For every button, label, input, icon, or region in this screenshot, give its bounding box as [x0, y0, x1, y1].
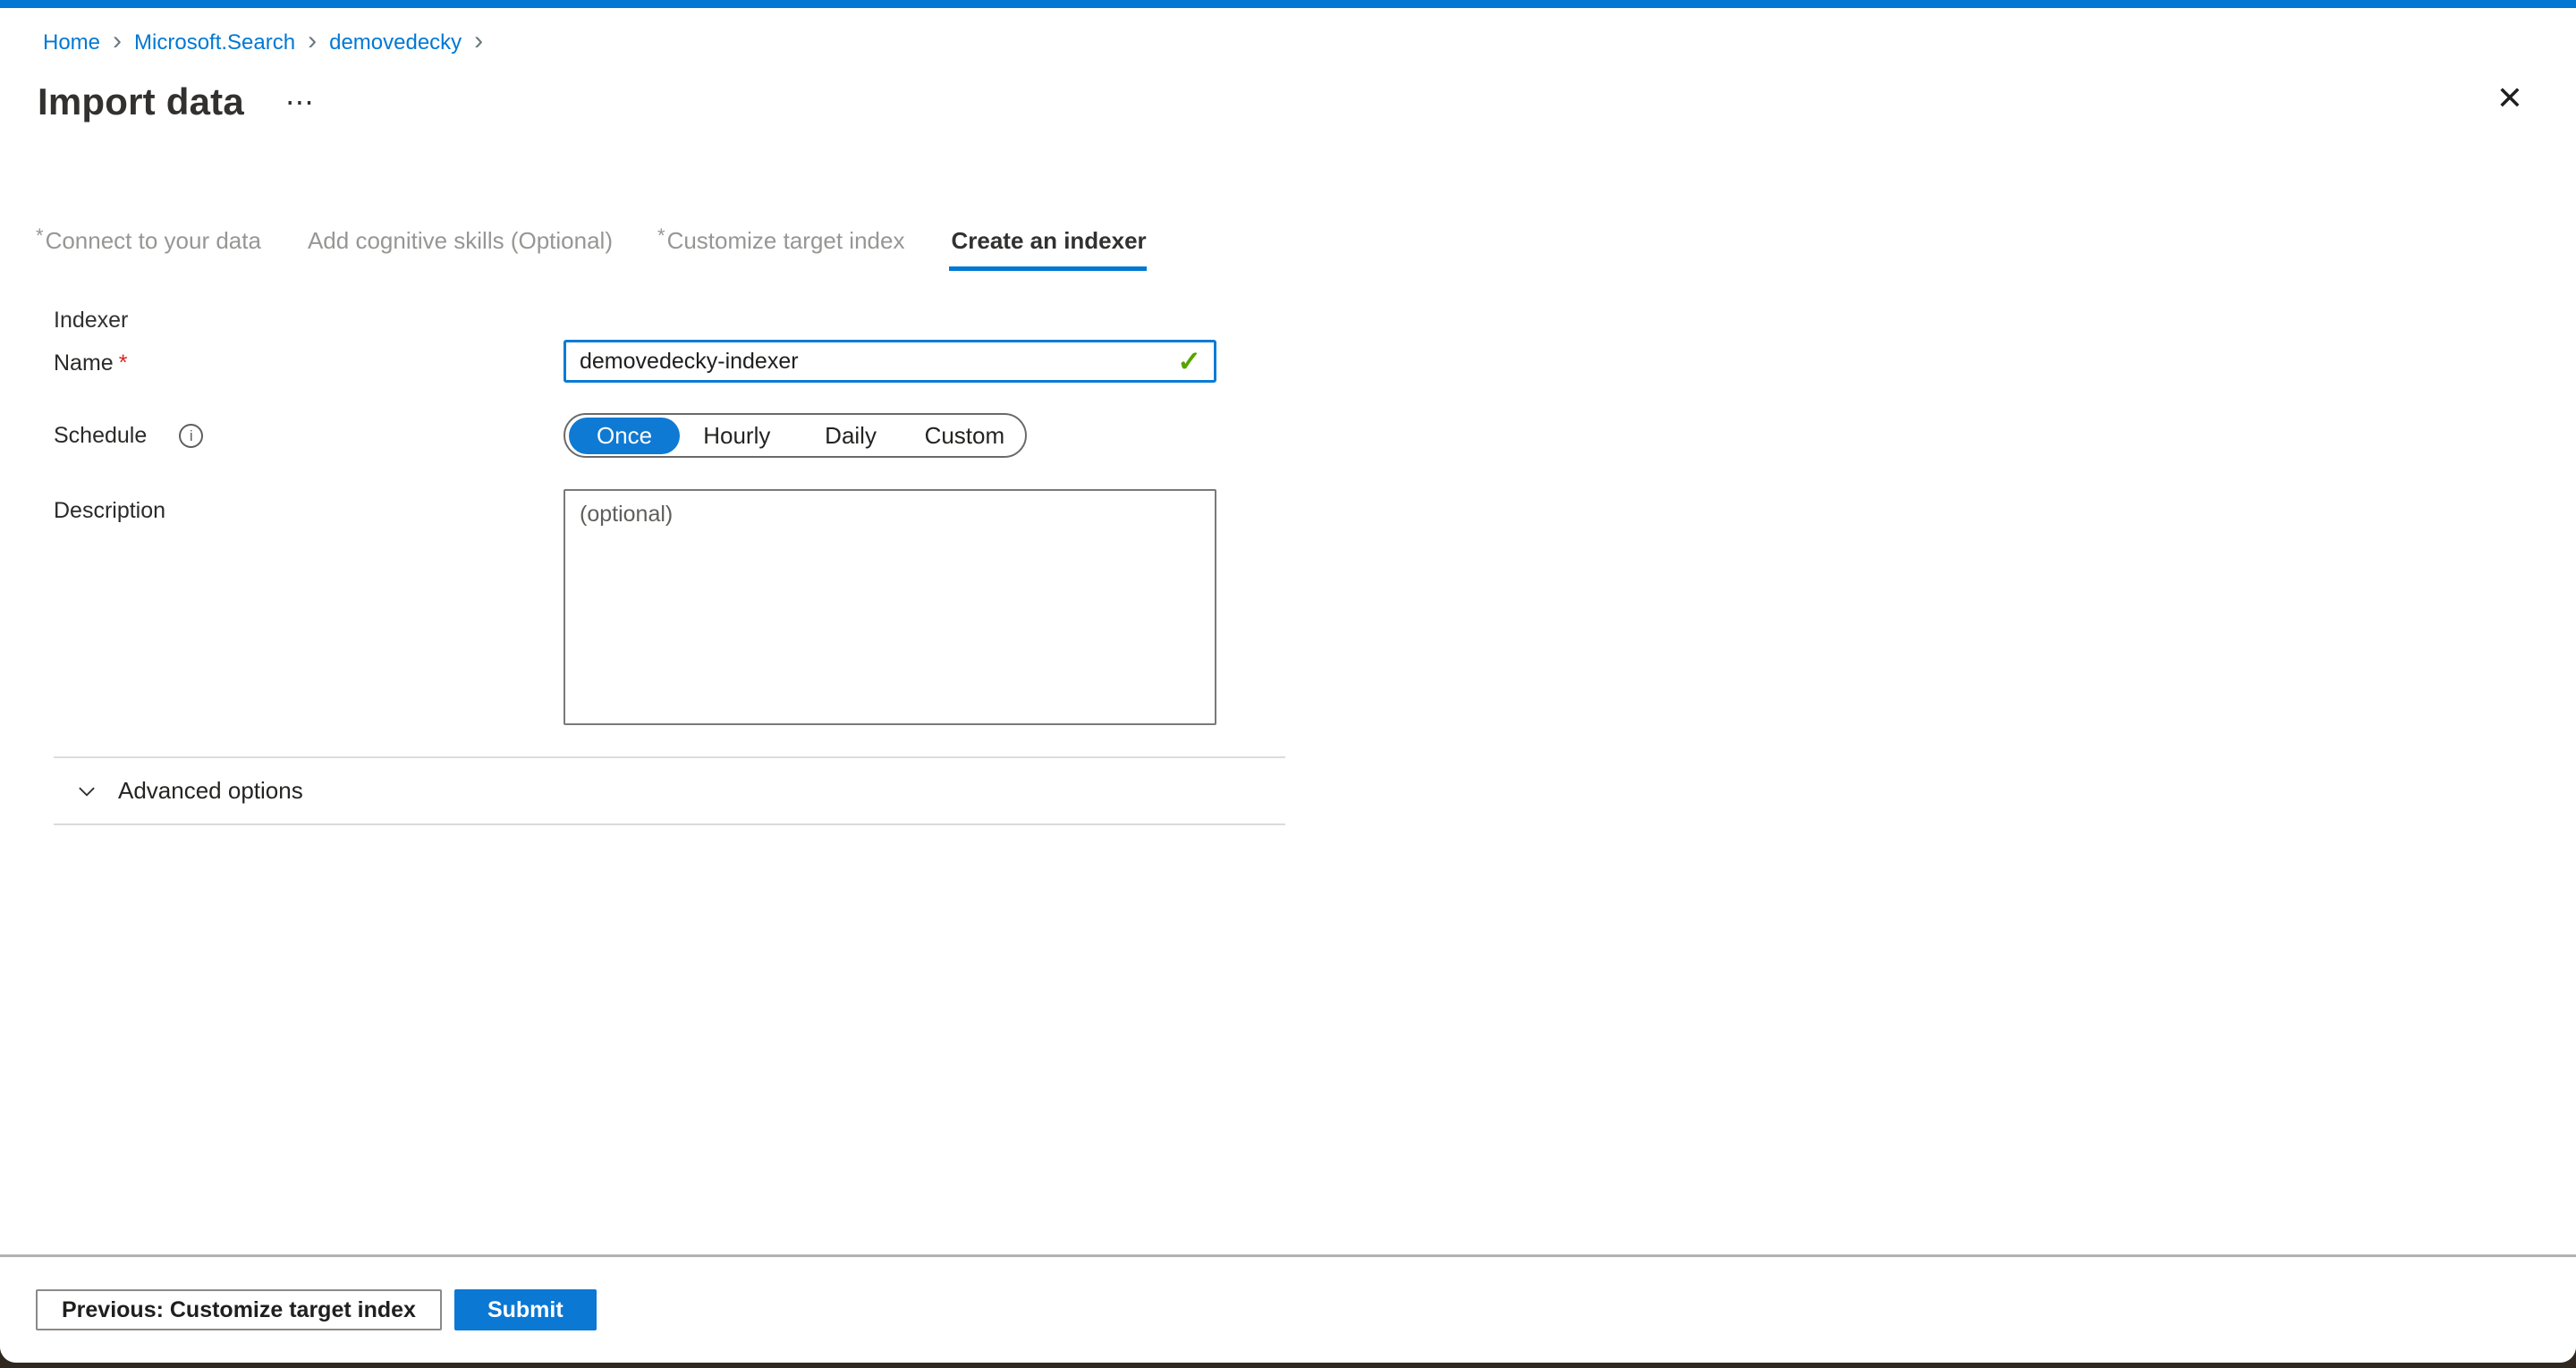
valid-checkmark-icon: ✓: [1177, 344, 1201, 378]
divider: [54, 823, 1285, 825]
name-label-text: Name: [54, 350, 114, 376]
schedule-label: Schedule i: [54, 413, 564, 449]
tab-connect-to-your-data[interactable]: *Connect to your data: [36, 224, 261, 271]
advanced-options-section: Advanced options: [54, 756, 1285, 825]
name-field-row: Name* ✓: [54, 340, 1285, 383]
schedule-option-daily[interactable]: Daily: [793, 417, 907, 454]
breadcrumb-home[interactable]: Home: [43, 30, 100, 56]
info-icon[interactable]: i: [179, 424, 203, 448]
advanced-options-label: Advanced options: [118, 777, 303, 805]
indexer-form: Indexer Name* ✓ Schedule i Once Hourly D…: [54, 307, 1285, 725]
page-header: Import data ⋯: [38, 80, 2576, 124]
name-input[interactable]: [578, 348, 1168, 376]
breadcrumb: Home › Microsoft.Search › demovedecky ›: [43, 30, 2576, 56]
more-menu-icon[interactable]: ⋯: [285, 93, 316, 111]
name-input-container: ✓: [564, 340, 1216, 383]
schedule-option-once[interactable]: Once: [569, 418, 680, 454]
tab-label: Customize target index: [667, 227, 905, 254]
tab-label: Add cognitive skills (Optional): [308, 227, 613, 254]
tab-customize-target-index[interactable]: *Customize target index: [657, 224, 904, 271]
breadcrumb-separator-icon: ›: [113, 30, 122, 52]
breadcrumb-separator-icon: ›: [308, 30, 317, 52]
schedule-option-hourly[interactable]: Hourly: [680, 417, 793, 454]
tab-label: Connect to your data: [46, 227, 261, 254]
required-marker: *: [36, 224, 44, 247]
footer-buttons: Previous: Customize target index Submit: [36, 1289, 2576, 1330]
footer-bar: Previous: Customize target index Submit: [0, 1254, 2576, 1363]
advanced-options-toggle[interactable]: Advanced options: [54, 758, 1285, 823]
wizard-tabs: *Connect to your data Add cognitive skil…: [36, 224, 2576, 271]
chevron-down-icon: [75, 780, 98, 803]
tab-create-an-indexer[interactable]: Create an indexer: [949, 224, 1146, 271]
previous-step-button[interactable]: Previous: Customize target index: [36, 1289, 442, 1330]
import-data-panel: Home › Microsoft.Search › demovedecky › …: [0, 0, 2576, 1363]
tab-add-cognitive-skills[interactable]: Add cognitive skills (Optional): [306, 224, 613, 271]
schedule-label-text: Schedule: [54, 423, 147, 449]
description-textarea[interactable]: [564, 489, 1216, 725]
submit-button[interactable]: Submit: [454, 1289, 597, 1330]
schedule-option-custom[interactable]: Custom: [908, 417, 1021, 454]
schedule-segmented-control: Once Hourly Daily Custom: [564, 413, 1027, 458]
breadcrumb-separator-icon: ›: [474, 30, 483, 52]
tab-label: Create an indexer: [951, 227, 1146, 254]
section-title-indexer: Indexer: [54, 307, 1285, 334]
description-field-row: Description: [54, 489, 1285, 725]
description-label-text: Description: [54, 498, 165, 523]
name-label: Name*: [54, 340, 564, 376]
breadcrumb-microsoft-search[interactable]: Microsoft.Search: [134, 30, 295, 56]
schedule-field-row: Schedule i Once Hourly Daily Custom: [54, 413, 1285, 458]
required-asterisk: *: [119, 350, 128, 376]
breadcrumb-demovedecky[interactable]: demovedecky: [329, 30, 462, 56]
required-marker: *: [657, 224, 665, 247]
page-title: Import data: [38, 80, 244, 124]
close-icon[interactable]: ✕: [2490, 79, 2529, 118]
description-label: Description: [54, 489, 564, 524]
top-accent-bar: [0, 0, 2576, 8]
